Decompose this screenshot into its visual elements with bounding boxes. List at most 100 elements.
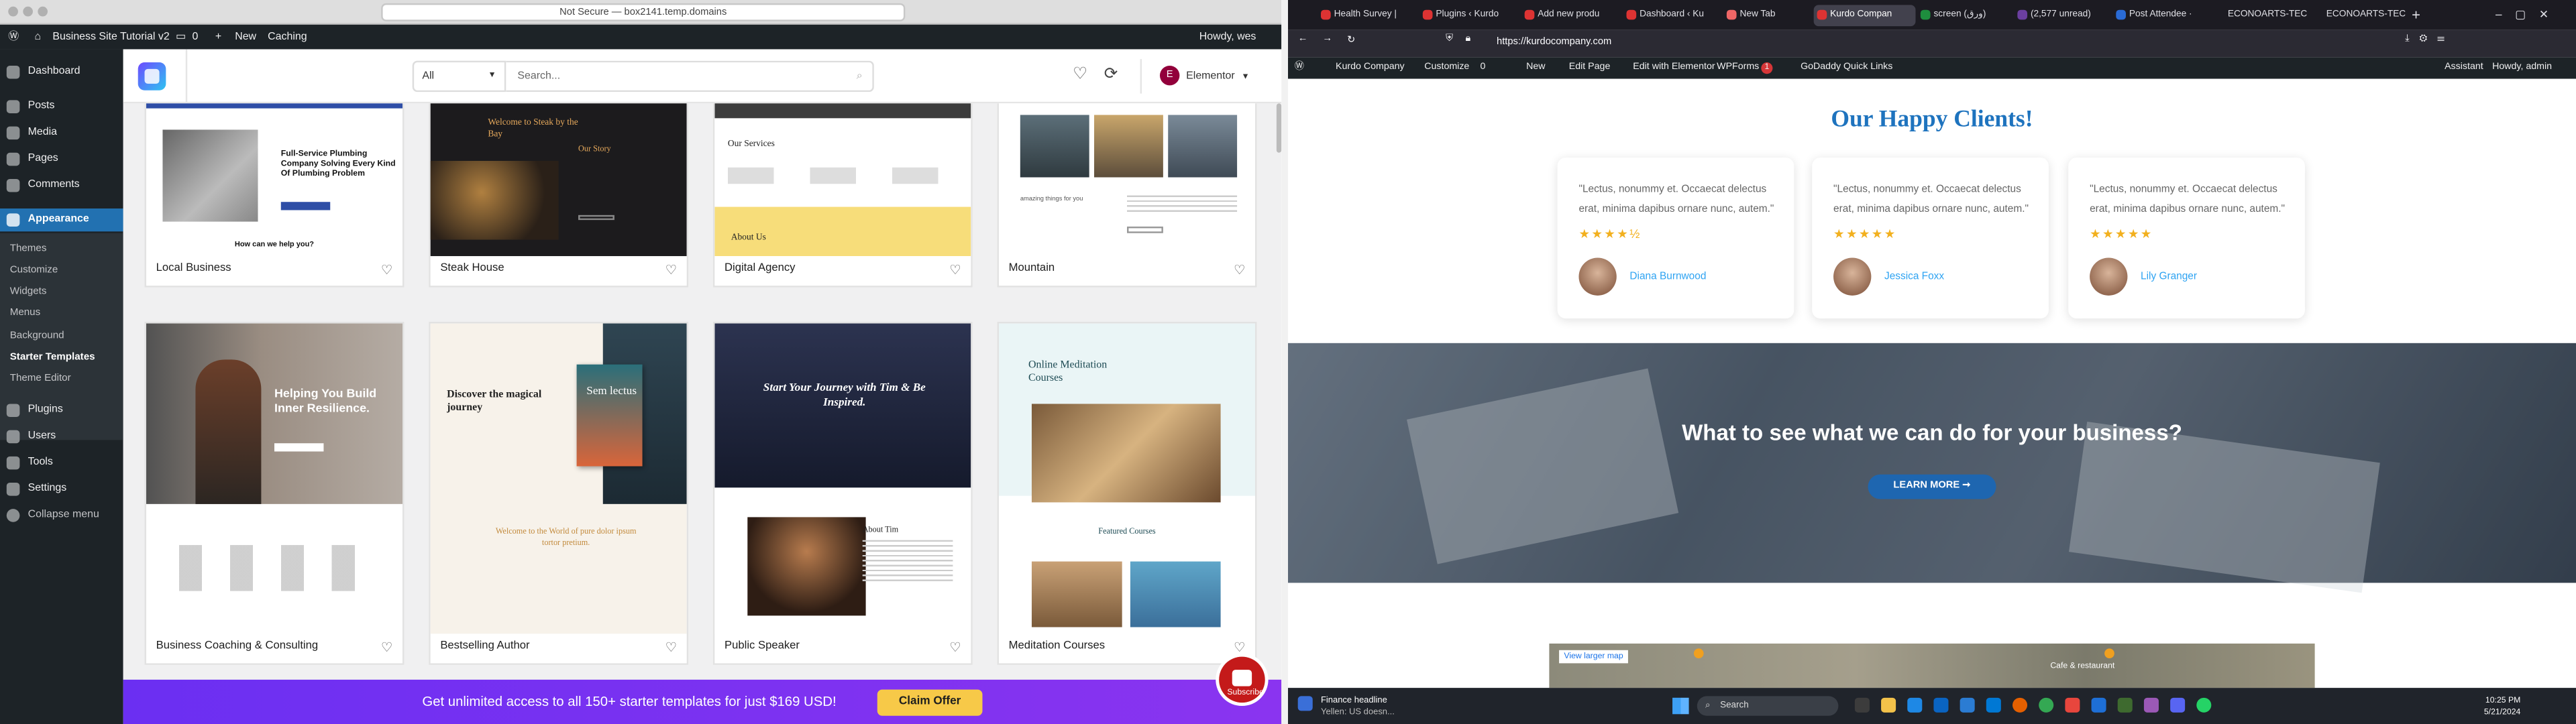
template-card[interactable]: Welcome to Steak by the Bay Our Story St… xyxy=(429,103,689,288)
wpforms-link[interactable]: WPForms xyxy=(1717,58,1759,79)
address-bar[interactable]: Not Secure — box2141.temp.domains xyxy=(381,3,906,21)
submenu-menus[interactable]: Menus xyxy=(0,302,123,324)
browser-tab[interactable]: Add new produ xyxy=(1521,5,1617,26)
chrome-icon[interactable] xyxy=(2039,697,2054,713)
submenu-themes[interactable]: Themes xyxy=(0,238,123,259)
mail-icon[interactable] xyxy=(1933,697,1949,713)
sidebar-item-media[interactable]: Media xyxy=(0,121,123,144)
caching-link[interactable]: Caching xyxy=(268,25,307,50)
site-name-link[interactable]: Kurdo Company xyxy=(1336,58,1405,79)
howdy-user[interactable]: Howdy, admin xyxy=(2492,58,2552,79)
window-close-button[interactable] xyxy=(8,6,18,17)
submenu-background[interactable]: Background xyxy=(0,325,123,347)
sync-icon[interactable]: ⟳ xyxy=(1104,66,1118,84)
template-card[interactable]: Our Services About Us Digital Agency ♡ xyxy=(712,103,973,288)
assistant-link[interactable]: Assistant xyxy=(2445,58,2483,79)
comments-count[interactable]: 0 xyxy=(193,25,199,50)
wordpress-logo-icon[interactable]: Ⓦ xyxy=(1295,58,1304,79)
app-icon[interactable] xyxy=(2143,697,2159,713)
windows-start-icon[interactable] xyxy=(1672,697,1689,715)
edge-icon[interactable] xyxy=(1907,697,1923,713)
wordpress-logo-icon[interactable]: Ⓦ xyxy=(8,25,19,50)
new-tab-plus-icon[interactable]: + xyxy=(2412,5,2420,26)
sidebar-item-pages[interactable]: Pages xyxy=(0,147,123,170)
template-card[interactable]: Start Your Journey with Tim & Be Inspire… xyxy=(712,322,973,665)
claim-offer-button[interactable]: Claim Offer xyxy=(877,689,983,716)
taskbar-search-input[interactable]: ⌕ Search xyxy=(1697,696,1839,716)
template-card[interactable]: amazing things for you Mountain ♡ xyxy=(997,103,1257,288)
word-icon[interactable] xyxy=(1960,697,1975,713)
browser-tab[interactable]: Post Attendee · xyxy=(2112,5,2208,26)
site-name-link[interactable]: Business Site Tutorial v2 xyxy=(52,25,169,50)
new-link[interactable]: New xyxy=(1526,58,1545,79)
scrollbar-thumb[interactable] xyxy=(1276,103,1282,153)
shield-icon[interactable]: ⛨ xyxy=(1446,34,1453,46)
outlook-icon[interactable] xyxy=(1986,697,2001,713)
favorite-heart-icon[interactable]: ♡ xyxy=(380,640,394,655)
edit-page-link[interactable]: Edit Page xyxy=(1569,58,1611,79)
submenu-theme-editor[interactable]: Theme Editor xyxy=(0,368,123,389)
view-larger-map-link[interactable]: View larger map xyxy=(1559,650,1629,664)
browser-tab[interactable]: ECONOARTS-TECH xyxy=(2211,5,2307,26)
window-zoom-button[interactable] xyxy=(38,6,48,17)
system-clock[interactable]: 10:25 PM 5/21/2024 xyxy=(2484,696,2520,717)
comments-link[interactable]: 0 xyxy=(1481,58,1486,79)
browser-tab[interactable]: ECONOARTS-TECH xyxy=(2310,5,2406,26)
sidebar-item-users[interactable]: Users xyxy=(0,425,123,448)
lock-icon[interactable]: 🔒︎ xyxy=(1465,34,1470,46)
new-link[interactable]: New xyxy=(235,25,256,50)
map-pin-icon[interactable] xyxy=(1693,648,1704,659)
app-icon[interactable] xyxy=(2170,697,2186,713)
firefox-icon[interactable] xyxy=(2012,697,2028,713)
sidebar-item-settings[interactable]: Settings xyxy=(0,478,123,501)
template-card[interactable]: Online Meditation Courses Featured Cours… xyxy=(997,322,1257,665)
sidebar-item-appearance[interactable]: Appearance xyxy=(0,208,123,232)
browser-tab[interactable]: screen (ورق) xyxy=(1917,5,2012,26)
browser-tab[interactable]: New Tab xyxy=(1723,5,1814,26)
window-minimize-button[interactable] xyxy=(23,6,33,17)
embedded-map[interactable]: View larger map Cafe & restaurant xyxy=(1549,644,2315,688)
task-view-icon[interactable] xyxy=(1854,697,1870,713)
submenu-customize[interactable]: Customize xyxy=(0,259,123,281)
app-icon[interactable] xyxy=(2117,697,2133,713)
favorites-heart-icon[interactable]: ♡ xyxy=(1073,66,1087,84)
file-explorer-icon[interactable] xyxy=(1881,697,1896,713)
reload-icon[interactable]: ↻ xyxy=(1347,34,1355,46)
forward-arrow-icon[interactable]: → xyxy=(1322,34,1332,44)
page-builder-select[interactable]: E Elementor ▼ xyxy=(1159,64,1250,90)
template-card[interactable]: Helping You Build Inner Resilience. Busi… xyxy=(144,322,405,665)
favorite-heart-icon[interactable]: ♡ xyxy=(1232,263,1247,278)
template-card[interactable]: Full-Service Plumbing Company Solving Ev… xyxy=(144,103,405,288)
favorite-heart-icon[interactable]: ♡ xyxy=(663,263,678,278)
app-icon[interactable] xyxy=(2065,697,2080,713)
back-arrow-icon[interactable]: ← xyxy=(1298,34,1308,44)
godaddy-quick-links[interactable]: GoDaddy Quick Links xyxy=(1801,58,1892,79)
map-pin-icon[interactable] xyxy=(2104,648,2114,659)
favorite-heart-icon[interactable]: ♡ xyxy=(1232,640,1247,655)
collapse-menu-button[interactable]: Collapse menu xyxy=(0,504,123,527)
sidebar-item-dashboard[interactable]: Dashboard xyxy=(0,61,123,84)
favorite-heart-icon[interactable]: ♡ xyxy=(948,640,963,655)
browser-tab[interactable]: Health Survey | xyxy=(1318,5,1413,26)
browser-tab[interactable]: Plugins ‹ Kurdo xyxy=(1419,5,1515,26)
sidebar-item-comments[interactable]: Comments xyxy=(0,174,123,197)
template-card[interactable]: Sem lectus Discover the magical journey … xyxy=(429,322,689,665)
favorite-heart-icon[interactable]: ♡ xyxy=(663,640,678,655)
sidebar-item-posts[interactable]: Posts xyxy=(0,95,123,118)
browser-tab[interactable]: Dashboard ‹ Ku xyxy=(1623,5,1719,26)
howdy-user[interactable]: Howdy, wes xyxy=(1199,25,1256,50)
comment-icon[interactable]: ▭ xyxy=(176,25,186,50)
sidebar-item-tools[interactable]: Tools xyxy=(0,451,123,474)
news-widget[interactable]: Finance headline Yellen: US doesn... xyxy=(1321,696,1395,717)
edit-with-elementor-link[interactable]: Edit with Elementor xyxy=(1633,58,1715,79)
browser-toolbar-icons[interactable]: ⤓⚙☰ xyxy=(2405,34,2455,46)
sidebar-item-plugins[interactable]: Plugins xyxy=(0,399,123,422)
whatsapp-icon[interactable] xyxy=(2196,697,2212,713)
news-widget-icon[interactable] xyxy=(1297,696,1313,711)
submenu-starter-templates[interactable]: Starter Templates xyxy=(0,347,123,368)
favorite-heart-icon[interactable]: ♡ xyxy=(948,263,963,278)
template-search-input[interactable]: Search... ⌕ xyxy=(506,60,874,93)
learn-more-button[interactable]: LEARN MORE ➞ xyxy=(1868,474,1996,499)
window-controls[interactable]: –▢✕ xyxy=(2496,5,2562,26)
browser-tab[interactable]: (2,577 unread) xyxy=(2014,5,2109,26)
